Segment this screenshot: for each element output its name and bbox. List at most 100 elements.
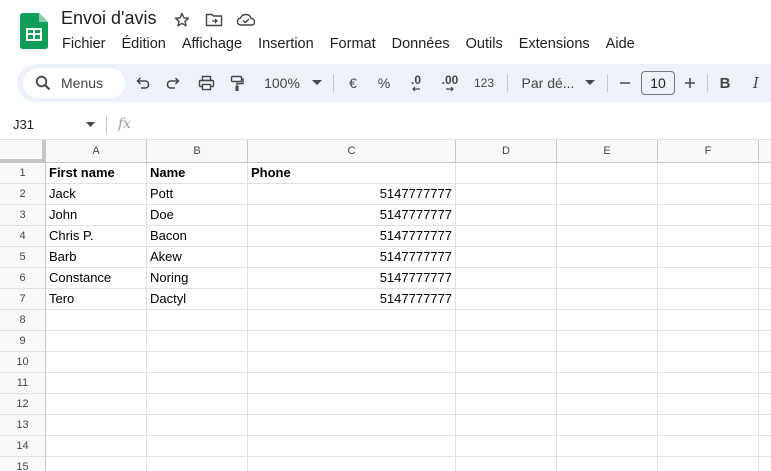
cell[interactable] (456, 205, 557, 226)
data-cell[interactable]: 5147777777 (248, 184, 456, 205)
redo-button[interactable] (163, 72, 183, 94)
italic-button[interactable]: I (748, 72, 764, 94)
column-header-b[interactable]: B (147, 140, 248, 163)
bold-button[interactable]: B (717, 72, 733, 94)
more-formats-button[interactable]: 123 (471, 72, 497, 94)
data-cell[interactable]: 5147777777 (248, 289, 456, 310)
cell[interactable] (759, 268, 771, 289)
cell[interactable] (46, 352, 147, 373)
cell[interactable] (658, 310, 759, 331)
cell[interactable] (658, 436, 759, 457)
cloud-saved-icon[interactable] (234, 10, 258, 30)
cell[interactable] (248, 415, 456, 436)
menu-aide[interactable]: Aide (598, 35, 643, 53)
cell[interactable] (759, 310, 771, 331)
zoom-dropdown-icon[interactable] (310, 72, 324, 94)
data-cell[interactable]: Jack (46, 184, 147, 205)
column-header-e[interactable]: E (557, 140, 658, 163)
cell[interactable] (557, 394, 658, 415)
row-header-4[interactable]: 4 (0, 226, 46, 247)
cell[interactable] (147, 436, 248, 457)
menu-affichage[interactable]: Affichage (174, 35, 250, 53)
cell[interactable] (658, 184, 759, 205)
menu-donnees[interactable]: Données (384, 35, 458, 53)
decrease-font-size-button[interactable] (617, 72, 633, 94)
spreadsheet-grid[interactable]: A B C D E F 1 First name Name Phone 2 Jack Pott 51477… (0, 140, 771, 471)
cell[interactable] (456, 394, 557, 415)
cell[interactable] (147, 352, 248, 373)
cell[interactable] (658, 352, 759, 373)
cell[interactable] (759, 415, 771, 436)
cell[interactable] (557, 457, 658, 471)
cell[interactable] (248, 352, 456, 373)
data-cell[interactable]: Noring (147, 268, 248, 289)
cell[interactable] (658, 163, 759, 184)
column-header-d[interactable]: D (456, 140, 557, 163)
row-header-11[interactable]: 11 (0, 373, 46, 394)
cell[interactable] (248, 310, 456, 331)
cell[interactable] (248, 373, 456, 394)
row-header-6[interactable]: 6 (0, 268, 46, 289)
cell[interactable] (759, 457, 771, 471)
data-cell[interactable]: 5147777777 (248, 226, 456, 247)
cell[interactable] (456, 436, 557, 457)
sheets-logo-icon[interactable] (20, 13, 48, 49)
cell[interactable] (557, 415, 658, 436)
cell[interactable] (658, 226, 759, 247)
font-family-dropdown-icon[interactable] (584, 72, 596, 94)
cell[interactable] (658, 268, 759, 289)
header-cell[interactable]: Phone (248, 163, 456, 184)
row-header-10[interactable]: 10 (0, 352, 46, 373)
row-header-7[interactable]: 7 (0, 289, 46, 310)
cell[interactable] (456, 289, 557, 310)
data-cell[interactable]: Akew (147, 247, 248, 268)
cell[interactable] (759, 226, 771, 247)
cell[interactable] (557, 247, 658, 268)
cell[interactable] (759, 184, 771, 205)
menu-outils[interactable]: Outils (458, 35, 511, 53)
data-cell[interactable]: Barb (46, 247, 147, 268)
font-size-input[interactable]: 10 (641, 71, 675, 95)
zoom-select[interactable]: 100% (261, 72, 303, 94)
cell[interactable] (658, 331, 759, 352)
cell[interactable] (759, 247, 771, 268)
cell[interactable] (557, 205, 658, 226)
data-cell[interactable]: John (46, 205, 147, 226)
row-header-15[interactable]: 15 (0, 457, 46, 471)
cell[interactable] (759, 373, 771, 394)
menu-extensions[interactable]: Extensions (511, 35, 598, 53)
data-cell[interactable]: Tero (46, 289, 147, 310)
cell[interactable] (147, 331, 248, 352)
cell[interactable] (456, 352, 557, 373)
cell[interactable] (759, 331, 771, 352)
cell[interactable] (658, 289, 759, 310)
print-button[interactable] (195, 72, 217, 94)
cell[interactable] (46, 457, 147, 471)
row-header-14[interactable]: 14 (0, 436, 46, 457)
cell[interactable] (248, 394, 456, 415)
cell[interactable] (147, 415, 248, 436)
cell[interactable] (658, 394, 759, 415)
cell[interactable] (658, 247, 759, 268)
cell[interactable] (557, 331, 658, 352)
increase-decimal-button[interactable]: .00 (437, 72, 463, 94)
cell[interactable] (557, 184, 658, 205)
row-header-5[interactable]: 5 (0, 247, 46, 268)
cell[interactable] (456, 268, 557, 289)
cell[interactable] (248, 331, 456, 352)
cell[interactable] (147, 310, 248, 331)
column-header-a[interactable]: A (46, 140, 147, 163)
cell[interactable] (456, 226, 557, 247)
move-to-folder-icon[interactable] (202, 10, 226, 30)
cell[interactable] (456, 310, 557, 331)
cell[interactable] (759, 436, 771, 457)
menu-format[interactable]: Format (322, 35, 384, 53)
data-cell[interactable]: Dactyl (147, 289, 248, 310)
cell[interactable] (248, 436, 456, 457)
cell[interactable] (456, 457, 557, 471)
cell[interactable] (557, 289, 658, 310)
column-header-f[interactable]: F (658, 140, 759, 163)
column-header-c[interactable]: C (248, 140, 456, 163)
menu-edition[interactable]: Édition (114, 35, 174, 53)
cell[interactable] (46, 415, 147, 436)
